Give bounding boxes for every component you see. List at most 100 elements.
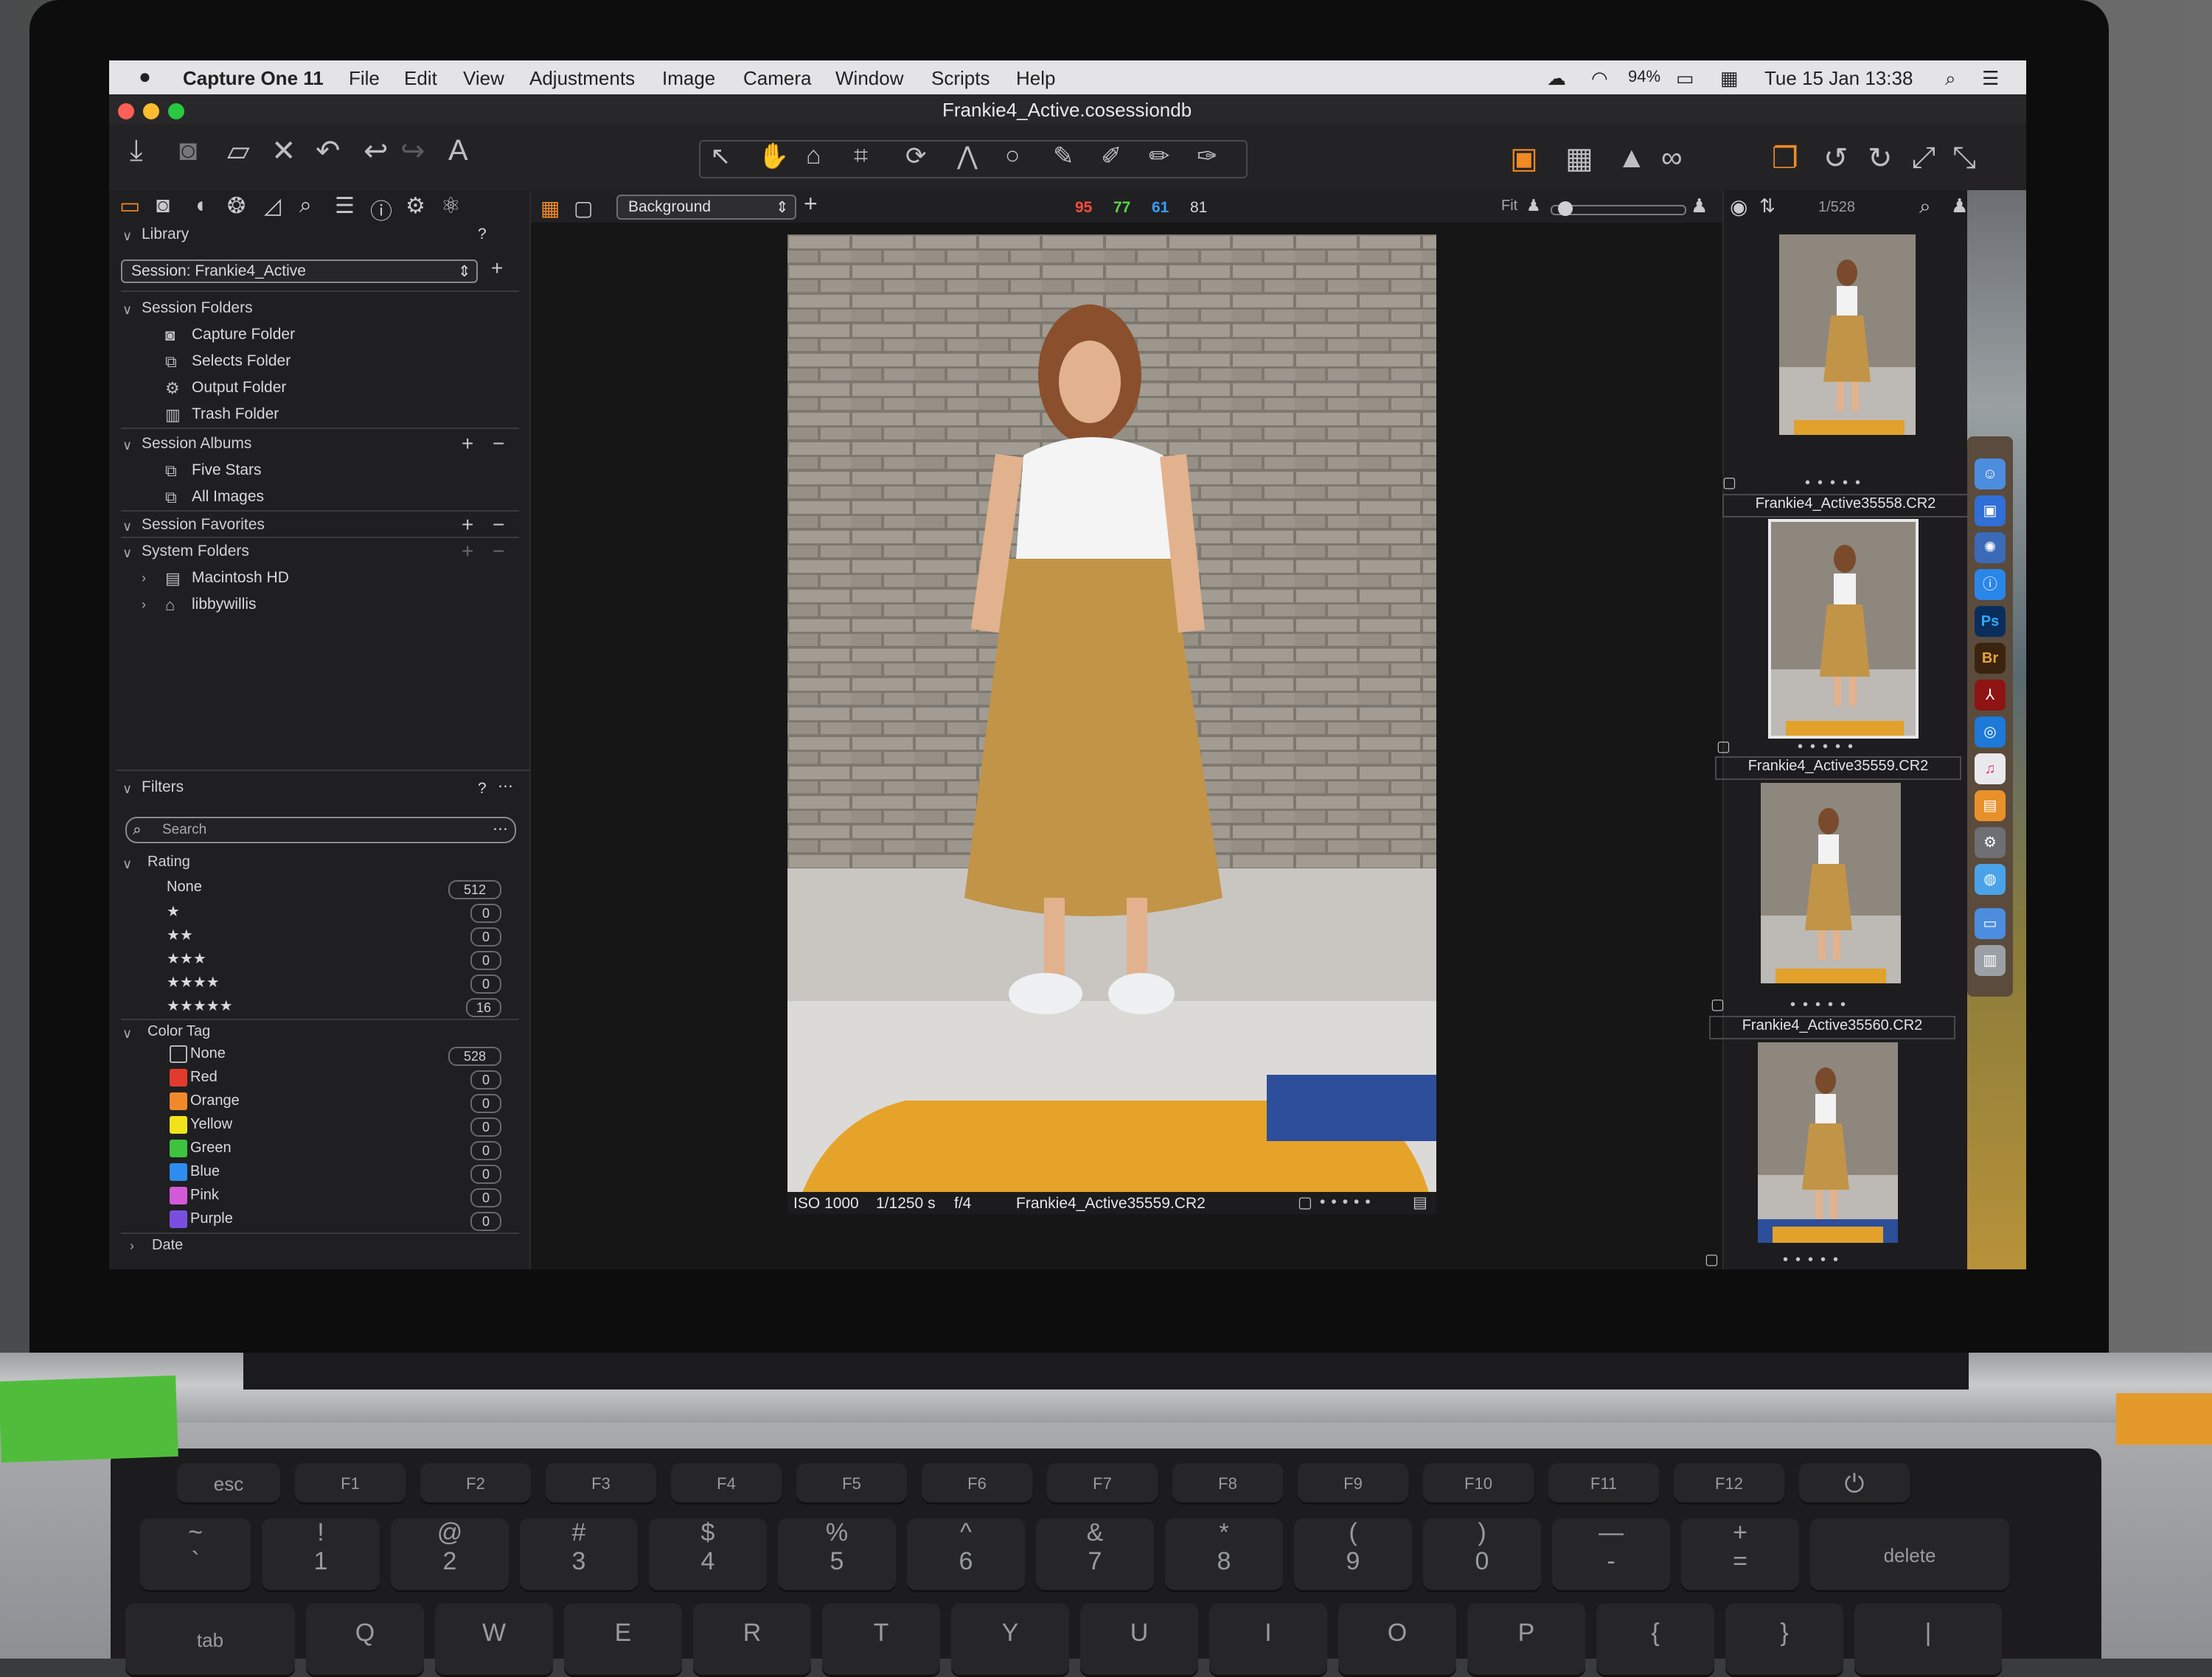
chevron-down-icon[interactable]: ∨ bbox=[122, 545, 132, 561]
select-pointer-icon[interactable]: ↖ bbox=[710, 142, 731, 171]
notification-center-icon[interactable]: ☰ bbox=[1982, 67, 1999, 90]
color-tag-pink-label[interactable]: Pink bbox=[190, 1187, 219, 1204]
key-equals[interactable]: + = bbox=[1681, 1519, 1799, 1592]
display-icon[interactable]: ▦ bbox=[1720, 67, 1739, 90]
settings-tab-icon[interactable]: ⚙ bbox=[406, 193, 425, 219]
rating-dots[interactable]: ••••• bbox=[1798, 739, 1860, 756]
key-2[interactable]: @2 bbox=[391, 1519, 509, 1592]
session-select[interactable]: Session: Frankie4_Active ⇕ bbox=[121, 259, 478, 283]
key-8[interactable]: * 8 bbox=[1165, 1519, 1283, 1592]
key-f1[interactable]: F1 bbox=[295, 1463, 406, 1505]
chevron-down-icon[interactable]: ∨ bbox=[122, 229, 132, 244]
menu-help[interactable]: Help bbox=[1016, 67, 1055, 90]
info-icon[interactable]: ▤ bbox=[1413, 1193, 1427, 1212]
key-o[interactable]: O bbox=[1338, 1603, 1456, 1677]
more-options-icon[interactable]: ⋯ bbox=[493, 820, 508, 838]
color-tag-blue-label[interactable]: Blue bbox=[190, 1163, 220, 1180]
key-6[interactable]: ^ 6 bbox=[907, 1519, 1025, 1592]
chevron-right-icon[interactable]: › bbox=[142, 597, 146, 613]
add-favorite-icon[interactable]: + bbox=[462, 513, 473, 537]
metadata-tab-icon[interactable]: ⓘ bbox=[370, 193, 392, 226]
key-u[interactable]: U bbox=[1080, 1603, 1198, 1677]
rating-3-label[interactable]: ★★★ bbox=[167, 949, 206, 968]
rotate-left-icon[interactable]: ↺ bbox=[1823, 142, 1848, 175]
edit-mode-icon[interactable]: ▣ bbox=[1510, 142, 1538, 175]
key-pipe[interactable]: | bbox=[1854, 1603, 2002, 1677]
key-7[interactable]: & 7 bbox=[1036, 1519, 1154, 1592]
sort-icon[interactable]: ⇅ bbox=[1759, 195, 1775, 217]
style-select[interactable]: Background ⇕ bbox=[616, 195, 796, 220]
lens-tab-icon[interactable]: ◖ bbox=[193, 193, 206, 218]
spot-removal-icon[interactable]: ○ bbox=[1005, 142, 1020, 170]
color-tag-green-label[interactable]: Green bbox=[190, 1140, 232, 1157]
remove-favorite-icon[interactable]: − bbox=[493, 513, 504, 537]
key-5[interactable]: % 5 bbox=[778, 1519, 896, 1592]
remove-album-icon[interactable]: − bbox=[493, 432, 504, 456]
key-f2[interactable]: F2 bbox=[420, 1463, 531, 1505]
chevron-down-icon[interactable]: ∨ bbox=[122, 438, 132, 453]
key-t[interactable]: T bbox=[822, 1603, 940, 1677]
acrobat-icon[interactable]: ⅄ bbox=[1975, 680, 2006, 711]
app-store-icon[interactable]: ⓘ bbox=[1975, 569, 2006, 600]
details-tab-icon[interactable]: ⌕ bbox=[299, 193, 312, 218]
exposure-tab-icon[interactable]: ◿ bbox=[264, 193, 281, 219]
trash-folder-item[interactable]: Trash Folder bbox=[192, 405, 279, 423]
key-f7[interactable]: F7 bbox=[1047, 1463, 1158, 1505]
chevron-right-icon[interactable]: › bbox=[142, 571, 146, 586]
grid-icon[interactable]: ▦ bbox=[1565, 142, 1593, 175]
checkbox-icon[interactable]: ▢ bbox=[1711, 995, 1725, 1014]
eye-icon[interactable]: ◉ bbox=[1730, 195, 1747, 219]
bridge-icon[interactable]: Br bbox=[1975, 643, 2006, 674]
search-icon[interactable]: ⌕ bbox=[1919, 195, 1931, 219]
app-menu[interactable]: Capture One 11 bbox=[183, 67, 324, 90]
menu-camera[interactable]: Camera bbox=[743, 67, 811, 90]
key-f5[interactable]: F5 bbox=[796, 1463, 907, 1505]
rating-2-label[interactable]: ★★ bbox=[167, 926, 193, 944]
delete-icon[interactable]: ✕ bbox=[271, 134, 296, 168]
library-tab-icon[interactable]: ▭ bbox=[119, 193, 140, 219]
exposure-warning-icon[interactable]: ▲ bbox=[1617, 142, 1646, 175]
key-3[interactable]: #3 bbox=[520, 1519, 638, 1592]
key-minus[interactable]: — - bbox=[1552, 1519, 1670, 1592]
key-right-brace[interactable]: } bbox=[1725, 1603, 1843, 1677]
apple-icon[interactable]: ● bbox=[139, 65, 151, 88]
checkbox-icon[interactable]: ▢ bbox=[1705, 1250, 1719, 1269]
import-icon[interactable]: ⤓ bbox=[130, 134, 143, 167]
menu-edit[interactable]: Edit bbox=[404, 67, 437, 90]
key-f9[interactable]: F9 bbox=[1298, 1463, 1408, 1505]
ibooks-icon[interactable]: ▤ bbox=[1975, 790, 2006, 821]
menu-image[interactable]: Image bbox=[662, 67, 715, 90]
checkbox-icon[interactable]: ▢ bbox=[1717, 737, 1731, 756]
chevron-down-icon[interactable]: ∨ bbox=[122, 302, 132, 318]
chevron-down-icon[interactable]: ∨ bbox=[122, 519, 132, 534]
power-key[interactable]: ⏻ bbox=[1799, 1463, 1910, 1505]
finder-icon[interactable]: ☺ bbox=[1975, 459, 2006, 489]
color-tag-red-label[interactable]: Red bbox=[190, 1069, 218, 1086]
output-folder-item[interactable]: Output Folder bbox=[192, 379, 286, 397]
key-f12[interactable]: F12 bbox=[1674, 1463, 1784, 1505]
key-4[interactable]: $4 bbox=[649, 1519, 767, 1592]
library-help-icon[interactable]: ? bbox=[478, 226, 487, 243]
rating-dots[interactable]: ••••• bbox=[1320, 1193, 1377, 1211]
key-f10[interactable]: F10 bbox=[1423, 1463, 1534, 1505]
rating-dots[interactable]: ••••• bbox=[1790, 997, 1853, 1014]
grid-view-icon[interactable]: ▦ bbox=[540, 196, 560, 220]
key-0[interactable]: ) 0 bbox=[1423, 1519, 1541, 1592]
menu-adjustments[interactable]: Adjustments bbox=[529, 67, 635, 90]
rating-none-label[interactable]: None bbox=[167, 879, 202, 896]
add-style-icon[interactable]: + bbox=[804, 190, 818, 217]
launchpad-icon[interactable]: ✺ bbox=[1975, 532, 2006, 563]
capture-one-icon[interactable]: ◍ bbox=[1975, 864, 2006, 895]
key-f6[interactable]: F6 bbox=[922, 1463, 1032, 1505]
key-f4[interactable]: F4 bbox=[671, 1463, 782, 1505]
chevron-down-icon[interactable]: ∨ bbox=[122, 1026, 132, 1042]
collapse-icon[interactable]: ⤡ bbox=[1952, 142, 1976, 175]
key-backtick[interactable]: ~ ` bbox=[140, 1519, 251, 1592]
key-q[interactable]: Q bbox=[306, 1603, 424, 1677]
redo-icon[interactable]: ↪ bbox=[400, 134, 425, 168]
close-window-button[interactable] bbox=[118, 103, 134, 119]
wifi-icon[interactable]: ◠ bbox=[1591, 67, 1608, 90]
selects-folder-item[interactable]: Selects Folder bbox=[192, 352, 291, 370]
menu-view[interactable]: View bbox=[463, 67, 504, 90]
all-images-album[interactable]: All Images bbox=[192, 488, 264, 506]
